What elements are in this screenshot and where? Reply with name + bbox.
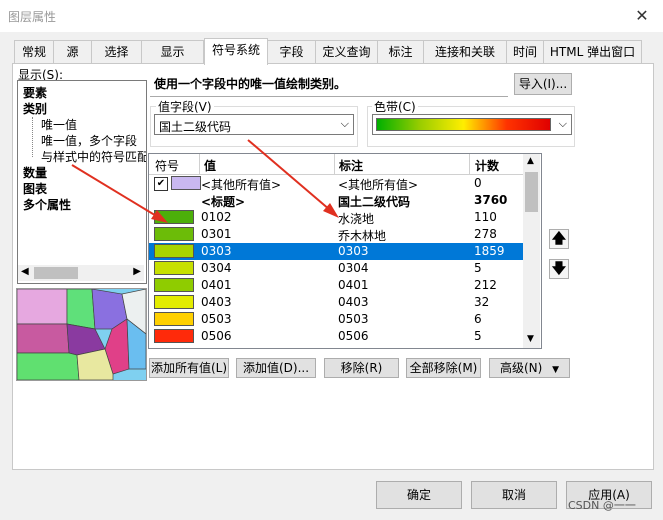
- arrowhead: [151, 210, 168, 223]
- annotation-arrows: [71, 139, 339, 223]
- cancel-button[interactable]: 取消: [471, 481, 557, 509]
- annotation-arrow: [71, 164, 159, 218]
- annotation-arrow: [247, 139, 331, 211]
- watermark: CSDN @一一: [568, 499, 636, 512]
- ok-button[interactable]: 确定: [376, 481, 462, 509]
- tab-symbology[interactable]: 符号系统: [204, 38, 268, 65]
